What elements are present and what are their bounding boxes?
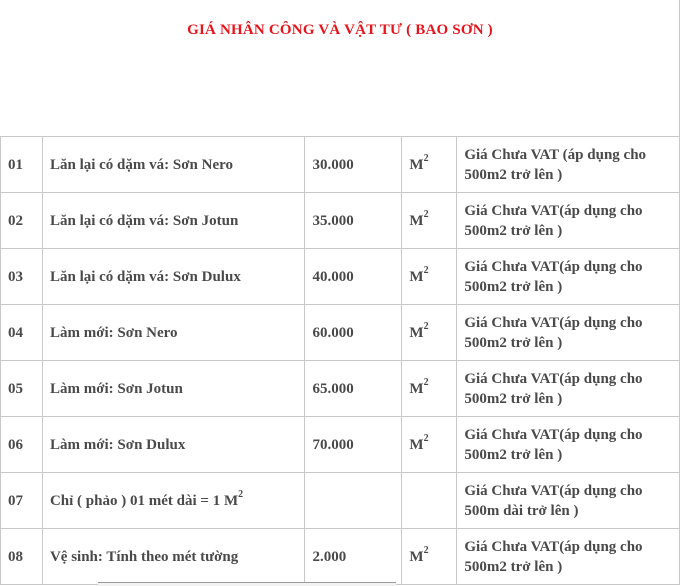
row-price: 2.000	[304, 528, 403, 585]
unit-superscript: 2	[423, 544, 429, 556]
row-description: Chỉ ( phảo ) 01 mét dài = 1 M2	[41, 472, 306, 529]
row-description: Làm mới: Sơn Nero	[41, 304, 306, 361]
row-description: Vệ sinh: Tính theo mét tường	[41, 528, 306, 585]
row-description: Làm mới: Sơn Dulux	[41, 416, 306, 473]
row-price: 60.000	[304, 304, 403, 361]
unit-base: M	[409, 268, 424, 285]
row-price: 30.000	[304, 136, 403, 193]
unit-base: M	[409, 380, 424, 397]
table-row: 05 Làm mới: Sơn Jotun 65.000 M2 Giá Chưa…	[0, 360, 680, 417]
row-number: 04	[0, 304, 43, 361]
horizontal-scrollbar[interactable]	[98, 582, 396, 586]
unit-base: M	[409, 156, 424, 173]
price-table: 01 Lăn lại có dặm vá: Sơn Nero 30.000 M2…	[0, 136, 680, 585]
table-row: 01 Lăn lại có dặm vá: Sơn Nero 30.000 M2…	[0, 136, 680, 193]
table-row: 06 Làm mới: Sơn Dulux 70.000 M2 Giá Chưa…	[0, 416, 680, 473]
description-superscript: 2	[238, 488, 244, 500]
description-text: Chỉ ( phảo ) 01 mét dài = 1 M	[49, 492, 239, 509]
unit-base: M	[409, 548, 424, 565]
unit-superscript: 2	[423, 208, 429, 220]
row-note: Giá Chưa VAT(áp dụng cho 500m2 trở lên )	[456, 304, 680, 361]
row-price: 65.000	[304, 360, 403, 417]
row-number: 08	[0, 528, 43, 585]
row-price: 40.000	[304, 248, 403, 305]
row-description: Lăn lại có dặm vá: Sơn Dulux	[41, 248, 306, 305]
row-number: 06	[0, 416, 43, 473]
table-row: 03 Lăn lại có dặm vá: Sơn Dulux 40.000 M…	[0, 248, 680, 305]
row-unit: M2	[401, 192, 458, 249]
row-number: 05	[0, 360, 43, 417]
row-price: 70.000	[304, 416, 403, 473]
row-number: 02	[0, 192, 43, 249]
row-price	[304, 472, 403, 529]
unit-superscript: 2	[423, 432, 429, 444]
row-number: 07	[0, 472, 43, 529]
row-unit: M2	[401, 528, 458, 585]
row-description: Lăn lại có dặm vá: Sơn Jotun	[41, 192, 306, 249]
row-note: Giá Chưa VAT(áp dụng cho 500m2 trở lên )	[456, 248, 680, 305]
title-row: GIÁ NHÂN CÔNG VÀ VẬT TƯ ( BAO SƠN )	[0, 0, 680, 136]
row-unit: M2	[401, 248, 458, 305]
unit-superscript: 2	[423, 320, 429, 332]
unit-base: M	[409, 212, 424, 229]
unit-superscript: 2	[423, 264, 429, 276]
row-unit: M2	[401, 304, 458, 361]
row-unit: M2	[401, 416, 458, 473]
row-note: Giá Chưa VAT(áp dụng cho 500m2 trở lên )	[456, 192, 680, 249]
row-unit: M2	[401, 136, 458, 193]
unit-base: M	[409, 324, 424, 341]
row-unit: M2	[401, 360, 458, 417]
row-note: Giá Chưa VAT (áp dụng cho 500m2 trở lên …	[456, 136, 680, 193]
table-row: 08 Vệ sinh: Tính theo mét tường 2.000 M2…	[0, 528, 680, 585]
unit-superscript: 2	[423, 152, 429, 164]
row-note: Giá Chưa VAT(áp dụng cho 500m2 trở lên )	[456, 528, 680, 585]
row-description: Lăn lại có dặm vá: Sơn Nero	[41, 136, 306, 193]
row-note: Giá Chưa VAT(áp dụng cho 500m2 trở lên )	[456, 416, 680, 473]
row-note: Giá Chưa VAT(áp dụng cho 500m2 trở lên )	[456, 360, 680, 417]
row-note: Giá Chưa VAT(áp dụng cho 500m dài trở lê…	[456, 472, 680, 529]
table-row: 02 Lăn lại có dặm vá: Sơn Jotun 35.000 M…	[0, 192, 680, 249]
table-row: 04 Làm mới: Sơn Nero 60.000 M2 Giá Chưa …	[0, 304, 680, 361]
unit-superscript: 2	[423, 376, 429, 388]
row-price: 35.000	[304, 192, 403, 249]
row-description: Làm mới: Sơn Jotun	[41, 360, 306, 417]
row-number: 01	[0, 136, 43, 193]
page-title: GIÁ NHÂN CÔNG VÀ VẬT TƯ ( BAO SƠN )	[187, 22, 493, 38]
table-row: 07 Chỉ ( phảo ) 01 mét dài = 1 M2 Giá Ch…	[0, 472, 680, 529]
unit-base: M	[409, 436, 424, 453]
row-number: 03	[0, 248, 43, 305]
row-unit	[401, 472, 458, 529]
